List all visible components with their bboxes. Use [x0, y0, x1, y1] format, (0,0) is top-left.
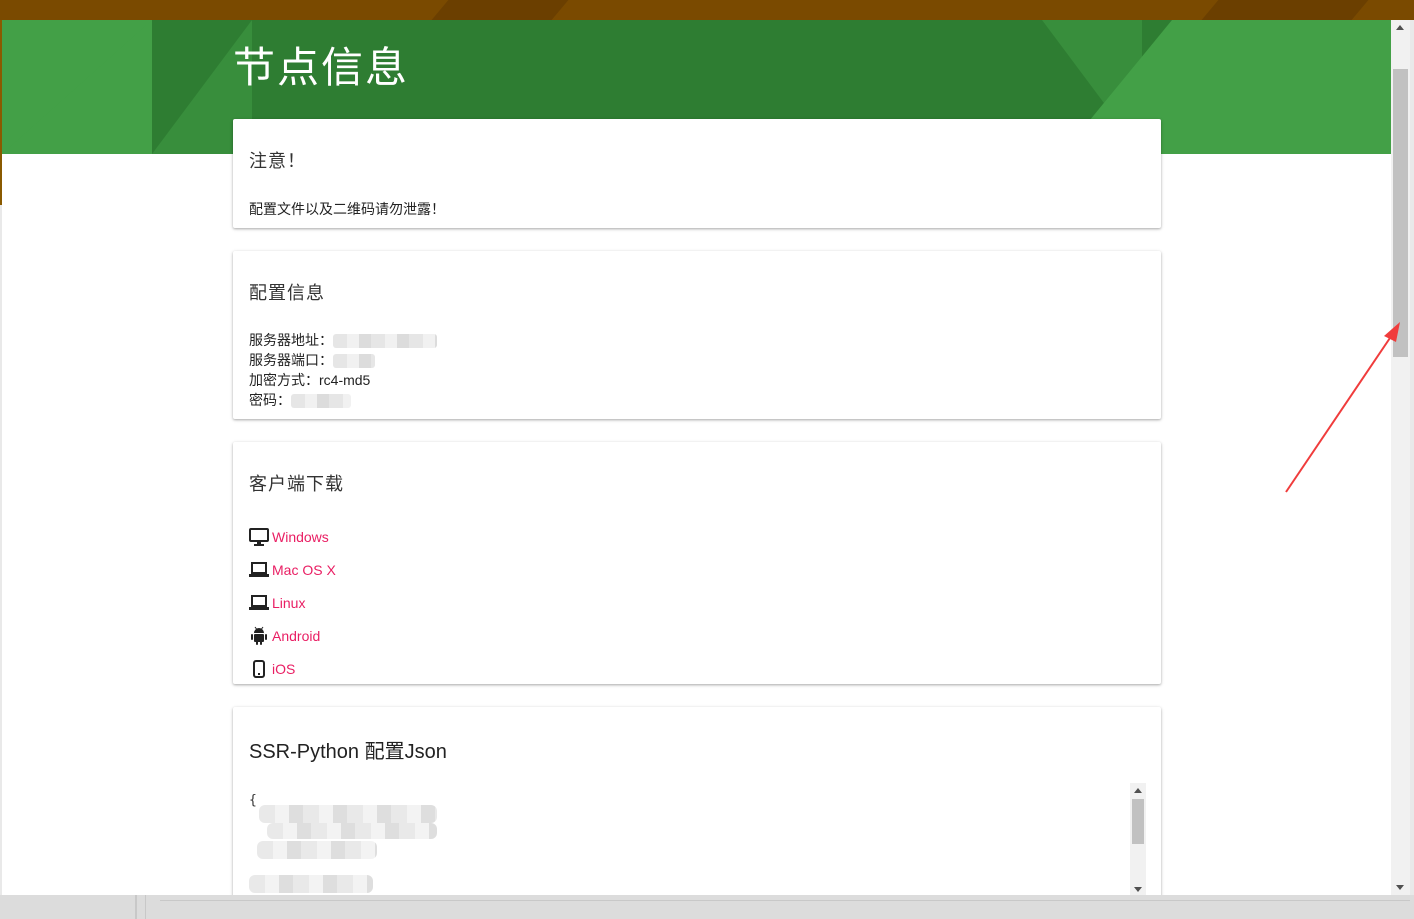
- main-content: 注意！ 配置文件以及二维码请勿泄露！ 配置信息 服务器地址： 服务器端口： 加密…: [233, 119, 1161, 895]
- laptop-icon: [249, 560, 269, 580]
- backdrop-top: [0, 0, 1414, 20]
- config-card: 配置信息 服务器地址： 服务器端口： 加密方式：rc4-md5 密码：: [233, 251, 1161, 419]
- page-title: 节点信息: [233, 43, 410, 92]
- encryption-value: rc4-md5: [319, 372, 371, 388]
- server-port-label: 服务器端口：: [249, 352, 333, 368]
- client-item-linux[interactable]: Linux: [249, 586, 1145, 619]
- client-item-ios[interactable]: iOS: [249, 652, 1145, 685]
- server-address-redacted: [333, 334, 437, 349]
- notice-title: 注意！: [249, 151, 306, 171]
- server-address-row: 服务器地址：: [249, 330, 1145, 350]
- json-redacted-1: [259, 805, 437, 823]
- json-scrollbar[interactable]: [1130, 783, 1146, 895]
- windows-link[interactable]: Windows: [272, 529, 329, 545]
- client-download-title: 客户端下载: [249, 474, 344, 494]
- json-redacted-4: [249, 875, 373, 893]
- password-redacted: [291, 394, 351, 409]
- json-redacted-3: [257, 841, 377, 859]
- json-open-brace: {: [249, 793, 257, 808]
- page-scrollbar[interactable]: [1391, 20, 1410, 895]
- password-label: 密码：: [249, 392, 291, 408]
- mobile-icon: [249, 659, 269, 679]
- config-title: 配置信息: [249, 283, 325, 303]
- ssr-json-card: SSR-Python 配置Json {: [233, 707, 1161, 895]
- notice-text: 配置文件以及二维码请勿泄露！: [249, 201, 445, 217]
- json-config-textarea[interactable]: {: [249, 783, 1146, 895]
- scroll-thumb[interactable]: [1393, 69, 1408, 357]
- android-link[interactable]: Android: [272, 628, 320, 644]
- macos-link[interactable]: Mac OS X: [272, 562, 336, 578]
- laptop-icon: [249, 593, 269, 613]
- client-download-card: 客户端下载 Windows Mac OS X Linux Android iOS: [233, 442, 1161, 684]
- client-list: Windows Mac OS X Linux Android iOS: [249, 520, 1145, 685]
- ssr-json-title: SSR-Python 配置Json: [249, 741, 447, 763]
- server-port-redacted: [333, 354, 375, 369]
- backdrop-bottom: [0, 895, 1414, 919]
- encryption-row: 加密方式：rc4-md5: [249, 370, 1145, 390]
- password-row: 密码：: [249, 390, 1145, 410]
- android-icon: [249, 626, 269, 646]
- ios-link[interactable]: iOS: [272, 661, 295, 677]
- client-item-windows[interactable]: Windows: [249, 520, 1145, 553]
- scroll-down-icon[interactable]: [1396, 885, 1404, 890]
- node-info-modal: 节点信息 注意！ 配置文件以及二维码请勿泄露！ 配置信息 服务器地址： 服务器端…: [2, 20, 1410, 895]
- client-item-android[interactable]: Android: [249, 619, 1145, 652]
- config-body: 服务器地址： 服务器端口： 加密方式：rc4-md5 密码：: [249, 330, 1145, 410]
- linux-link[interactable]: Linux: [272, 595, 305, 611]
- desktop-icon: [249, 527, 269, 547]
- scroll-up-icon[interactable]: [1396, 25, 1404, 30]
- server-port-row: 服务器端口：: [249, 350, 1145, 370]
- json-redacted-2: [267, 823, 437, 839]
- client-item-macos[interactable]: Mac OS X: [249, 553, 1145, 586]
- server-address-label: 服务器地址：: [249, 332, 333, 348]
- encryption-label: 加密方式：: [249, 372, 319, 388]
- notice-card: 注意！ 配置文件以及二维码请勿泄露！: [233, 119, 1161, 228]
